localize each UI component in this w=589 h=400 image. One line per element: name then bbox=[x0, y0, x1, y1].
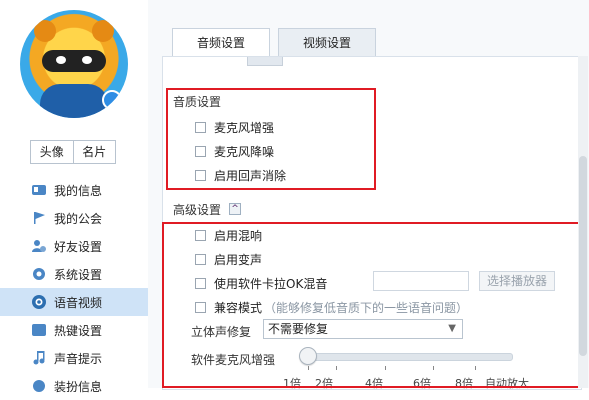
compat-mode-label: 兼容模式 bbox=[214, 301, 263, 315]
sidebar-item-system[interactable]: 系统设置 bbox=[0, 260, 148, 288]
echo-cancel-label: 启用回声消除 bbox=[214, 169, 287, 183]
tick-mark bbox=[433, 366, 434, 370]
reverb-option[interactable]: 启用混响 bbox=[195, 227, 262, 244]
avatar[interactable] bbox=[20, 10, 128, 118]
voice-change-option[interactable]: 启用变声 bbox=[195, 251, 262, 268]
tick-label: 6倍 bbox=[413, 377, 431, 390]
karaoke-player-field[interactable] bbox=[373, 271, 469, 291]
stereo-repair-select[interactable]: 不需要修复 ▼ bbox=[263, 319, 463, 339]
sidebar-item-my-guild[interactable]: 我的公会 bbox=[0, 204, 148, 232]
stereo-repair-value: 不需要修复 bbox=[268, 322, 329, 336]
chevron-down-icon: ▼ bbox=[448, 323, 456, 334]
karaoke-option[interactable]: 使用软件卡拉OK混音 bbox=[195, 275, 327, 292]
karaoke-checkbox[interactable] bbox=[195, 278, 206, 289]
sidebar-item-label: 声音提示 bbox=[54, 351, 103, 366]
sidebar-item-label: 热键设置 bbox=[54, 323, 103, 338]
mic-denoise-label: 麦克风降噪 bbox=[214, 145, 275, 159]
avatar-tab-head[interactable]: 头像 bbox=[31, 141, 73, 163]
main-area: 音频设置 视频设置 音质设置 麦克风增强 麦克风降噪 启用回声消除 高级设置 ^… bbox=[148, 0, 589, 390]
tab-video-settings[interactable]: 视频设置 bbox=[278, 28, 376, 57]
choose-player-button[interactable]: 选择播放器 bbox=[479, 271, 555, 291]
compat-mode-hint: （能够修复低音质下的一些语音问题） bbox=[264, 301, 469, 315]
karaoke-label: 使用软件卡拉OK混音 bbox=[214, 277, 328, 291]
gear-icon bbox=[31, 266, 47, 282]
reverb-label: 启用混响 bbox=[214, 229, 263, 243]
mic-boost-slider-thumb[interactable] bbox=[299, 347, 317, 365]
music-note-icon bbox=[31, 350, 47, 366]
tick-mark bbox=[336, 366, 337, 370]
avatar-suit bbox=[40, 84, 108, 118]
collapse-handle[interactable] bbox=[247, 57, 283, 66]
mic-denoise-option[interactable]: 麦克风降噪 bbox=[195, 143, 274, 160]
keyboard-icon bbox=[31, 322, 47, 338]
sidebar-item-label: 我的公会 bbox=[54, 211, 103, 226]
vertical-scrollbar[interactable] bbox=[578, 56, 588, 388]
avatar-eye bbox=[56, 56, 66, 64]
tick-label: 自动放大 bbox=[485, 377, 529, 390]
mic-enhance-checkbox[interactable] bbox=[195, 122, 206, 133]
badge-icon bbox=[31, 378, 47, 394]
sidebar-item-label: 装扮信息 bbox=[54, 379, 103, 394]
echo-cancel-option[interactable]: 启用回声消除 bbox=[195, 167, 286, 184]
echo-cancel-checkbox[interactable] bbox=[195, 170, 206, 181]
avatar-tab-card[interactable]: 名片 bbox=[72, 141, 116, 163]
mic-denoise-checkbox[interactable] bbox=[195, 146, 206, 157]
tick-mark bbox=[308, 366, 309, 370]
sidebar-item-hotkeys[interactable]: 热键设置 bbox=[0, 316, 148, 344]
mic-boost-label: 软件麦克风增强 bbox=[191, 353, 276, 367]
settings-panel: 音质设置 麦克风增强 麦克风降噪 启用回声消除 高级设置 ^ 启用混响 启用变声… bbox=[162, 56, 582, 390]
avatar-tabs: 头像 名片 bbox=[30, 140, 116, 164]
voice-change-label: 启用变声 bbox=[214, 253, 263, 267]
verified-badge-icon bbox=[102, 90, 122, 110]
tick-label: 2倍 bbox=[315, 377, 333, 390]
tick-mark bbox=[385, 366, 386, 370]
sidebar-item-voice-video[interactable]: 语音视频 bbox=[0, 288, 148, 316]
sidebar-item-sound-alerts[interactable]: 声音提示 bbox=[0, 344, 148, 372]
mic-enhance-option[interactable]: 麦克风增强 bbox=[195, 119, 274, 136]
camera-icon bbox=[31, 294, 47, 310]
audio-quality-title: 音质设置 bbox=[173, 95, 222, 109]
compat-mode-option[interactable]: 兼容模式 （能够修复低音质下的一些语音问题） bbox=[195, 299, 468, 316]
mic-enhance-label: 麦克风增强 bbox=[214, 121, 275, 135]
avatar-eye bbox=[82, 56, 92, 64]
tick-label: 8倍 bbox=[455, 377, 473, 390]
tick-label: 1倍 bbox=[283, 377, 301, 390]
scrollbar-thumb[interactable] bbox=[579, 156, 587, 356]
sidebar: 头像 名片 我的信息 我的公会 好友设置 系统设置 语音视频 热键设置 声音提示… bbox=[0, 0, 149, 394]
user-gear-icon bbox=[31, 238, 47, 254]
mic-boost-slider-track[interactable] bbox=[303, 353, 513, 361]
tick-label: 4倍 bbox=[365, 377, 383, 390]
sidebar-item-label: 好友设置 bbox=[54, 239, 103, 254]
avatar-ear bbox=[92, 20, 114, 42]
avatar-mask bbox=[42, 50, 106, 72]
compat-mode-checkbox[interactable] bbox=[195, 302, 206, 313]
tab-audio-settings[interactable]: 音频设置 bbox=[172, 28, 270, 57]
tick-mark bbox=[475, 366, 476, 370]
id-card-icon bbox=[31, 182, 47, 198]
stereo-repair-label: 立体声修复 bbox=[191, 325, 252, 339]
advanced-title: 高级设置 bbox=[173, 203, 222, 217]
sidebar-item-decorations[interactable]: 装扮信息 bbox=[0, 372, 148, 400]
sidebar-item-my-info[interactable]: 我的信息 bbox=[0, 176, 148, 204]
sidebar-item-label: 系统设置 bbox=[54, 267, 103, 282]
voice-change-checkbox[interactable] bbox=[195, 254, 206, 265]
flag-icon bbox=[31, 210, 47, 226]
sidebar-item-label: 语音视频 bbox=[54, 295, 103, 310]
sidebar-item-friends[interactable]: 好友设置 bbox=[0, 232, 148, 260]
reverb-checkbox[interactable] bbox=[195, 230, 206, 241]
avatar-ear bbox=[34, 20, 56, 42]
sidebar-item-label: 我的信息 bbox=[54, 183, 103, 198]
expand-collapse-icon[interactable]: ^ bbox=[229, 203, 241, 215]
sidebar-nav: 我的信息 我的公会 好友设置 系统设置 语音视频 热键设置 声音提示 装扮信息 bbox=[0, 176, 148, 400]
